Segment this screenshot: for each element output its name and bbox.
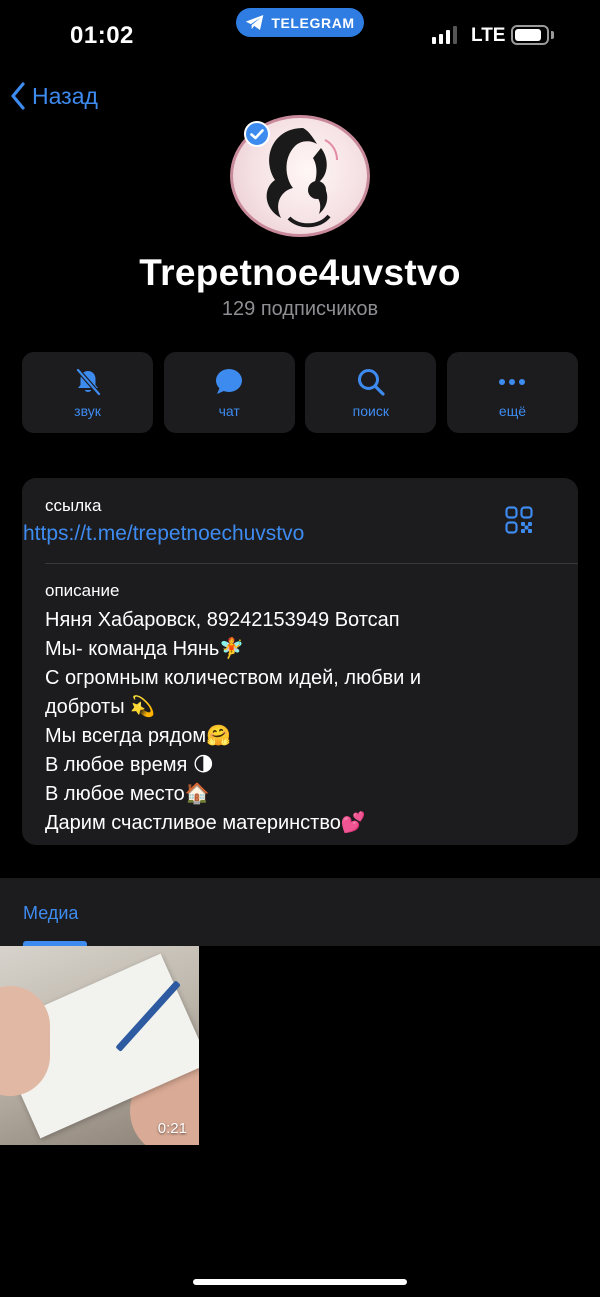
search-icon	[356, 367, 386, 397]
more-dots-icon	[497, 367, 527, 397]
media-tab-bar	[0, 878, 600, 946]
chat-label: чат	[218, 402, 240, 419]
description-line: С огромным количеством идей, любви и	[45, 667, 422, 689]
status-time: 01:02	[70, 22, 134, 49]
back-button[interactable]: Назад	[10, 82, 98, 110]
telegram-pill[interactable]: TELEGRAM	[236, 8, 364, 37]
media-video-thumbnail[interactable]: 0:21	[0, 946, 199, 1145]
more-label: ещё	[498, 402, 527, 419]
chevron-left-icon	[11, 82, 25, 110]
back-label: Назад	[32, 82, 98, 109]
channel-avatar[interactable]	[230, 115, 370, 237]
qr-code-icon[interactable]	[505, 506, 533, 534]
link-caption: ссылка	[45, 496, 102, 515]
mute-label: звук	[74, 402, 101, 419]
mute-button[interactable]: звук	[22, 352, 153, 433]
home-indicator[interactable]	[193, 1279, 407, 1285]
more-button[interactable]: ещё	[446, 352, 578, 433]
action-buttons: звук чат поиск ещё	[22, 352, 578, 433]
telegram-pill-label: TELEGRAM	[271, 14, 355, 31]
channel-name: Trepetnoe4uvstvo	[139, 252, 461, 293]
battery-icon	[511, 25, 549, 45]
video-duration: 0:21	[157, 1120, 187, 1137]
telegram-icon	[246, 15, 264, 30]
subscriber-count: 129 подписчиков	[221, 298, 379, 320]
search-button[interactable]: поиск	[305, 352, 437, 433]
battery-cap	[551, 31, 554, 39]
chat-bubble-icon	[214, 367, 244, 397]
chat-button[interactable]: чат	[163, 352, 295, 433]
signal-icon	[432, 26, 457, 44]
tab-media[interactable]: Медиа	[23, 903, 78, 924]
description-line: В любое место🏠	[45, 783, 210, 805]
description-caption: описание	[45, 581, 120, 600]
info-divider	[45, 563, 578, 564]
network-label: LTE	[471, 25, 506, 46]
verified-badge-icon	[244, 121, 270, 147]
description-line: Няня Хабаровск, 89242153949 Вотсап	[45, 609, 400, 631]
channel-description: Няня Хабаровск, 89242153949 Вотсап Мы- к…	[45, 606, 560, 838]
bell-slash-icon	[73, 367, 103, 397]
search-label: поиск	[352, 402, 389, 419]
description-line: Мы всегда рядом🤗	[45, 725, 232, 747]
description-line: В любое время 🌗	[45, 754, 214, 776]
channel-link[interactable]: https://t.me/trepetnoechuvstvo	[23, 522, 304, 546]
description-line: доброты 💫	[45, 696, 156, 718]
description-line: Мы- команда Нянь🧚	[45, 638, 245, 660]
description-line: Дарим счастливое материнство💕	[45, 812, 366, 834]
